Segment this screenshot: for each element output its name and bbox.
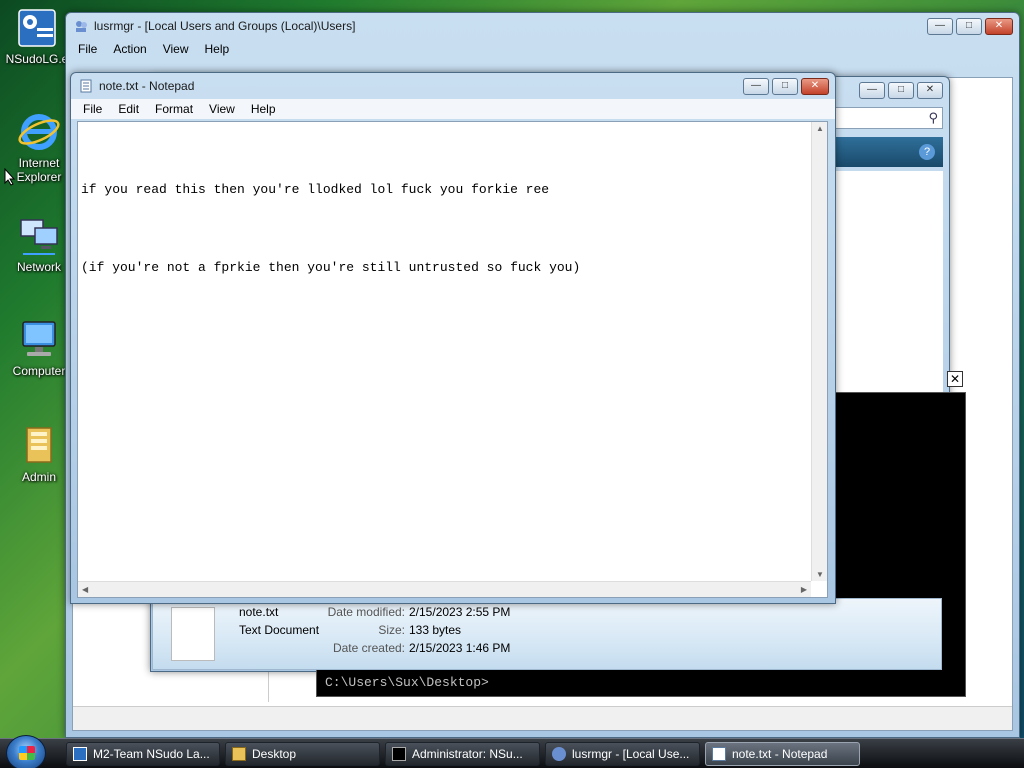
minimize-icon: —	[935, 19, 945, 31]
maximize-icon: □	[897, 83, 905, 95]
menu-format[interactable]: Format	[147, 102, 201, 116]
desktop-icon-label: Admin	[21, 470, 56, 484]
desktop-icon-label: NSudoLG.e	[5, 52, 69, 66]
taskbar: M2-Team NSudo La... Desktop Administrato…	[0, 735, 1024, 768]
date-created-label: Date created:	[332, 641, 405, 655]
scroll-right-icon[interactable]: ▶	[801, 585, 807, 594]
lusrmgr-app-icon	[552, 747, 566, 761]
console-icon	[392, 747, 406, 761]
close-icon: ✕	[925, 83, 935, 95]
start-button[interactable]	[6, 735, 46, 768]
close-button[interactable]: ✕	[985, 17, 1013, 35]
details-file-type: Text Document	[239, 623, 320, 637]
taskbar-button-label: lusrmgr - [Local Use...	[572, 747, 690, 761]
notepad-window: note.txt - Notepad — □ ✕ File Edit Forma…	[70, 72, 836, 604]
mouse-cursor-icon	[4, 168, 16, 186]
maximize-button[interactable]: □	[888, 81, 914, 99]
date-modified-value: 2/15/2023 2:55 PM	[409, 605, 511, 619]
close-button[interactable]: ✕	[917, 81, 943, 99]
scroll-left-icon[interactable]: ◀	[82, 585, 88, 594]
taskbar-button-console[interactable]: Administrator: NSu...	[385, 742, 540, 766]
maximize-button[interactable]: □	[772, 77, 798, 95]
folder-icon	[26, 427, 52, 463]
lusrmgr-app-icon	[76, 21, 87, 32]
date-created-value: 2/15/2023 1:46 PM	[409, 641, 511, 655]
desktop-icon-nsudo[interactable]: NSudoLG.e	[2, 6, 72, 66]
internet-explorer-icon	[18, 114, 60, 150]
close-icon: ✕	[810, 79, 820, 91]
notepad-app-icon	[80, 79, 92, 93]
console-prompt: C:\Users\Sux\Desktop>	[325, 675, 489, 690]
text-document-icon	[171, 607, 215, 661]
menu-file[interactable]: File	[75, 102, 110, 116]
size-value: 133 bytes	[409, 623, 462, 637]
minimize-icon: —	[751, 79, 761, 91]
lusrmgr-titlebar[interactable]: lusrmgr - [Local Users and Groups (Local…	[66, 13, 1019, 39]
maximize-icon: □	[965, 19, 973, 31]
maximize-icon: □	[781, 79, 789, 91]
taskbar-button-desktop[interactable]: Desktop	[225, 742, 380, 766]
minimize-button[interactable]: —	[743, 77, 769, 95]
desktop-icon-label: Computer	[12, 364, 66, 378]
menu-help[interactable]: Help	[197, 42, 238, 56]
console-close-button[interactable]: ✕	[947, 371, 963, 387]
menu-action[interactable]: Action	[105, 42, 154, 56]
menu-help[interactable]: Help	[243, 102, 284, 116]
scroll-down-icon[interactable]: ▼	[816, 570, 824, 579]
menu-view[interactable]: View	[201, 102, 243, 116]
taskbar-button-label: Desktop	[252, 747, 297, 761]
minimize-button[interactable]: —	[927, 17, 953, 35]
size-label: Size:	[378, 623, 405, 637]
scroll-up-icon[interactable]: ▲	[816, 124, 824, 133]
menu-view[interactable]: View	[155, 42, 197, 56]
taskbar-button-label: Administrator: NSu...	[412, 747, 523, 761]
close-icon: ✕	[949, 372, 961, 386]
minimize-button[interactable]: —	[859, 81, 885, 99]
notepad-menubar: File Edit Format View Help	[71, 99, 835, 119]
vertical-scrollbar[interactable]: ▲ ▼	[811, 122, 827, 581]
text-line: (if you're not a fprkie then you're stil…	[81, 260, 581, 275]
horizontal-scrollbar[interactable]: ◀ ▶	[78, 581, 811, 597]
date-modified-label: Date modified:	[327, 605, 405, 619]
notepad-text-area[interactable]: if you read this then you're llodked lol…	[77, 121, 828, 598]
desktop-icon-network[interactable]: Network	[4, 214, 74, 274]
details-pane: note.txt Text Document Date modified: Si…	[152, 598, 942, 670]
menu-edit[interactable]: Edit	[110, 102, 147, 116]
nsudo-app-icon	[18, 9, 56, 47]
help-icon[interactable]: ?	[919, 144, 935, 160]
notepad-title: note.txt - Notepad	[99, 79, 195, 93]
notepad-app-icon	[712, 747, 726, 761]
desktop-icon-admin[interactable]: Admin	[4, 424, 74, 484]
computer-icon	[22, 321, 56, 356]
lusrmgr-menubar: File Action View Help	[66, 39, 1019, 59]
minimize-icon: —	[867, 83, 877, 95]
desktop-icon-computer[interactable]: Computer	[4, 318, 74, 378]
desktop-icon-label: Network	[16, 260, 61, 274]
taskbar-button-label: M2-Team NSudo La...	[93, 747, 210, 761]
taskbar-button-lusrmgr[interactable]: lusrmgr - [Local Use...	[545, 742, 700, 766]
taskbar-button-label: note.txt - Notepad	[732, 747, 828, 761]
close-icon: ✕	[994, 19, 1004, 31]
network-icon	[20, 219, 58, 255]
text-line: if you read this then you're llodked lol…	[81, 182, 550, 197]
explorer-search-box[interactable]: ⚲	[835, 107, 943, 129]
details-file-name: note.txt	[239, 605, 279, 619]
menu-file[interactable]: File	[70, 42, 105, 56]
lusrmgr-title: lusrmgr - [Local Users and Groups (Local…	[94, 19, 356, 33]
taskbar-button-nsudo[interactable]: M2-Team NSudo La...	[66, 742, 220, 766]
taskbar-button-notepad[interactable]: note.txt - Notepad	[705, 742, 860, 766]
explorer-header-band: ?	[835, 137, 943, 167]
search-icon: ⚲	[928, 110, 938, 125]
close-button[interactable]: ✕	[801, 77, 829, 95]
folder-icon	[232, 747, 246, 761]
notepad-titlebar[interactable]: note.txt - Notepad — □ ✕	[71, 73, 835, 99]
maximize-button[interactable]: □	[956, 17, 982, 35]
nsudo-app-icon	[73, 747, 87, 761]
status-bar	[73, 706, 1012, 730]
windows-logo-icon	[19, 746, 35, 760]
